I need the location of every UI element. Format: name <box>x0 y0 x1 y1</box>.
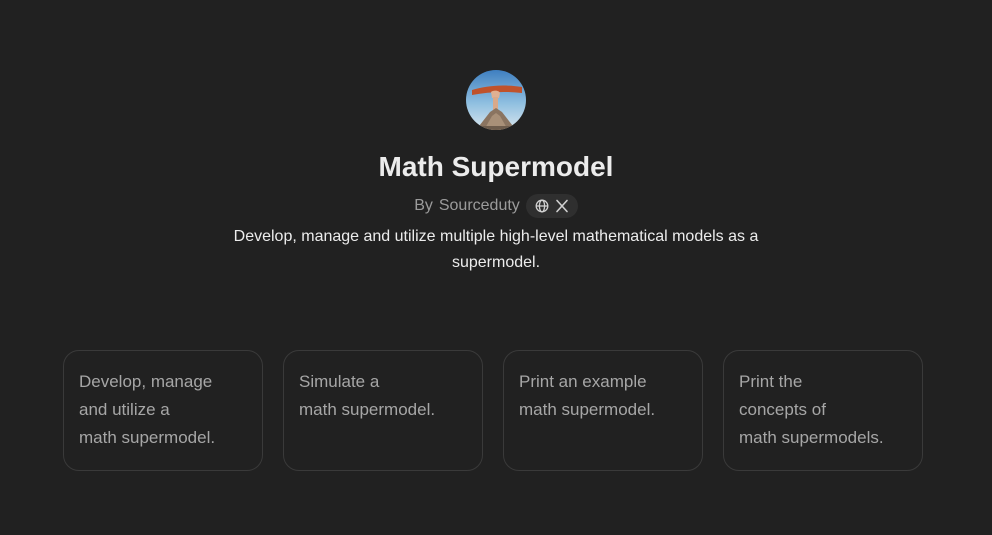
globe-icon[interactable] <box>535 199 549 213</box>
starter-line: math supermodel. <box>519 400 656 419</box>
starter-line: math supermodel. <box>299 400 436 419</box>
starter-line: math supermodel. <box>79 428 216 447</box>
author-name: Sourceduty <box>438 197 520 214</box>
starter-card[interactable]: Print an example math supermodel. <box>503 350 703 471</box>
gpt-avatar <box>466 70 526 130</box>
starter-card[interactable]: Print the concepts of math supermodels. <box>723 350 923 471</box>
starter-line: math supermodels. <box>739 428 884 447</box>
gpt-description: Develop, manage and utilize multiple hig… <box>233 228 759 271</box>
gpt-avatar-image <box>466 70 526 130</box>
author-links <box>525 194 578 218</box>
gpt-header: Math Supermodel By Sourceduty Develop, m… <box>0 70 992 276</box>
conversation-starters: Develop, manage and utilize a math super… <box>63 350 923 471</box>
starter-line: Print the <box>739 372 803 391</box>
starter-line: concepts of <box>739 400 826 419</box>
gpt-landing-page: Math Supermodel By Sourceduty Develop, m… <box>0 0 992 535</box>
starter-line: and utilize a <box>79 400 170 419</box>
starter-line: Print an example <box>519 372 647 391</box>
gpt-title: Math Supermodel <box>378 151 614 182</box>
starter-card[interactable]: Simulate a math supermodel. <box>283 350 483 471</box>
starter-line: Develop, manage <box>79 372 213 391</box>
x-logo-icon[interactable] <box>555 199 569 213</box>
starter-line: Simulate a <box>299 372 380 391</box>
author-prefix: By <box>414 197 433 214</box>
starter-card[interactable]: Develop, manage and utilize a math super… <box>63 350 263 471</box>
gpt-byline: By Sourceduty <box>414 194 578 218</box>
